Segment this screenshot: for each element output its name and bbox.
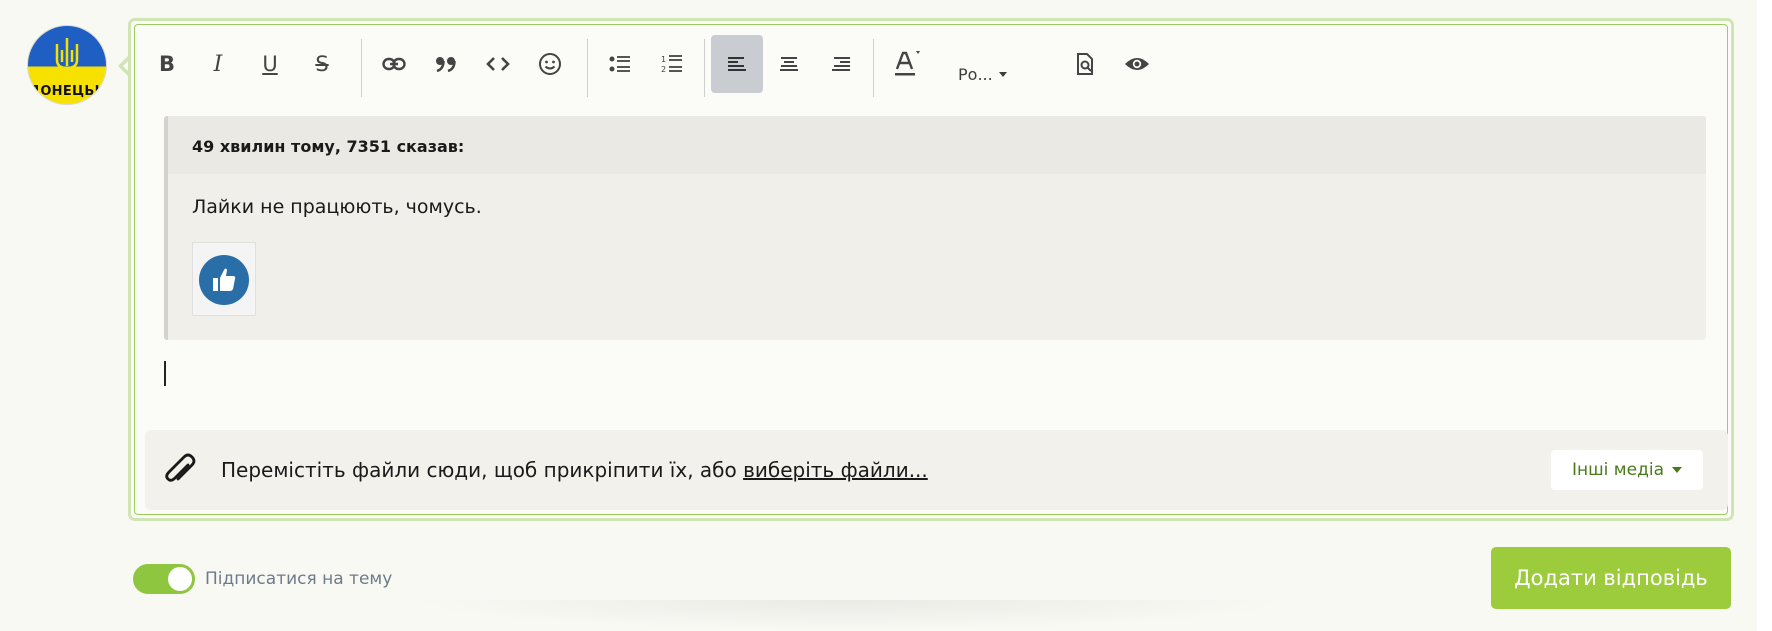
quote-author[interactable]: 49 хвилин тому, 7351 сказав:: [192, 137, 464, 156]
align-right-icon: [832, 57, 850, 71]
svg-text:1: 1: [661, 55, 666, 64]
quote-header: 49 хвилин тому, 7351 сказав:: [168, 116, 1706, 174]
code-icon: [486, 57, 510, 71]
subscribe-toggle[interactable]: [133, 564, 195, 594]
quote-icon: [436, 57, 456, 72]
align-center-button[interactable]: [763, 35, 815, 93]
post-reply-label: Додати відповідь: [1514, 566, 1708, 590]
preview-icon: [1077, 53, 1093, 75]
preview-button[interactable]: [1059, 35, 1111, 93]
other-media-button[interactable]: Інші медіа: [1551, 450, 1703, 490]
italic-button[interactable]: I: [192, 35, 244, 93]
editor-body[interactable]: B I U S 1 2 Ро... 49 хвилин тому, 7351 с…: [134, 24, 1728, 515]
chevron-down-icon: [998, 71, 1007, 77]
link-button[interactable]: [368, 35, 420, 93]
strikethrough-icon: S: [315, 52, 329, 76]
align-center-icon: [780, 57, 798, 71]
italic-icon: I: [213, 51, 223, 77]
quote-block: 49 хвилин тому, 7351 сказав: Лайки не пр…: [164, 116, 1706, 340]
toggle-bbcode-button[interactable]: [1111, 35, 1163, 93]
quoted-image: [192, 242, 256, 316]
footer-shadow: [400, 600, 1300, 631]
paperclip-icon: [165, 453, 196, 482]
toolbar-divider: [587, 39, 588, 97]
quote-button[interactable]: [420, 35, 472, 93]
font-family-label: Ро...: [958, 64, 993, 84]
post-reply-button[interactable]: Додати відповідь: [1491, 547, 1731, 609]
numbered-list-button[interactable]: 12: [646, 35, 698, 93]
toolbar-divider: [361, 39, 362, 97]
subscribe-label[interactable]: Підписатися на тему: [205, 569, 392, 589]
trident-icon: [55, 38, 79, 78]
align-left-icon: [728, 57, 746, 71]
avatar[interactable]: ДОНЕЦЬК: [28, 26, 106, 104]
text-color-icon: [895, 51, 920, 76]
bold-icon: B: [158, 52, 175, 76]
attachment-dropzone[interactable]: Перемістіть файли сюди, щоб прикріпити ї…: [145, 430, 1728, 510]
attachment-prompt-text: Перемістіть файли сюди, щоб прикріпити ї…: [221, 458, 744, 482]
bullet-list-icon: [609, 56, 630, 72]
quote-text: Лайки не працюють, чомусь.: [192, 196, 482, 218]
choose-files-link[interactable]: виберіть файли...: [743, 458, 928, 482]
font-family-dropdown[interactable]: Ро...: [958, 61, 1028, 87]
code-button[interactable]: [472, 35, 524, 93]
editor-toolbar: B I U S 1 2 Ро...: [135, 25, 1727, 97]
toggle-knob: [168, 567, 192, 591]
toolbar-divider: [704, 39, 705, 97]
attachment-prompt: Перемістіть файли сюди, щоб прикріпити ї…: [221, 458, 928, 482]
numbered-list-icon: 12: [661, 55, 682, 74]
svg-text:2: 2: [661, 65, 666, 74]
underline-button[interactable]: U: [244, 35, 296, 93]
eye-icon: [1125, 58, 1149, 70]
smiley-icon: [539, 53, 561, 75]
bold-button[interactable]: B: [141, 35, 193, 93]
avatar-label: ДОНЕЦЬК: [28, 84, 106, 99]
reply-editor: B I U S 1 2 Ро... 49 хвилин тому, 7351 с…: [128, 18, 1734, 521]
text-cursor: [164, 361, 166, 386]
scrollbar-gutter: [1757, 0, 1772, 631]
other-media-label: Інші медіа: [1572, 460, 1664, 480]
thumbs-up-icon: [199, 255, 249, 305]
bullet-list-button[interactable]: [594, 35, 646, 93]
text-color-button[interactable]: [880, 35, 932, 93]
smilies-button[interactable]: [524, 35, 576, 93]
align-right-button[interactable]: [815, 35, 867, 93]
link-icon: [382, 57, 406, 71]
toolbar-divider: [873, 39, 874, 97]
underline-icon: U: [262, 52, 278, 76]
align-left-button[interactable]: [711, 35, 763, 93]
strikethrough-button[interactable]: S: [296, 35, 348, 93]
chevron-down-icon: [1672, 467, 1682, 473]
